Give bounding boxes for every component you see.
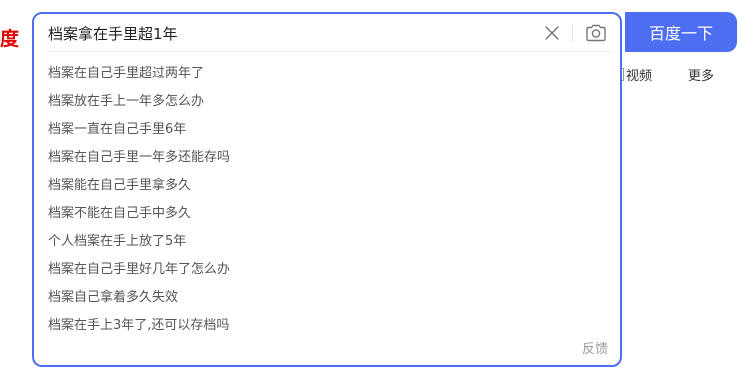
suggestion-item[interactable]: 档案在自己手里一年多还能存吗 [34,144,620,172]
suggestion-list: 档案在自己手里超过两年了 档案放在手上一年多怎么办 档案一直在自己手里6年 档案… [34,60,620,340]
search-button[interactable]: 百度一下 [625,12,737,52]
suggestion-item[interactable]: 档案自己拿着多久失效 [34,284,620,312]
input-divider [48,51,610,52]
tab-video-label: 视频 [626,69,653,84]
suggestion-item[interactable]: 档案不能在自己手中多久 [34,200,620,228]
suggestion-item[interactable]: 档案在自己手里超过两年了 [34,60,620,88]
suggestion-item[interactable]: 档案一直在自己手里6年 [34,116,620,144]
tab-more[interactable]: 更多 [688,65,714,84]
search-page: 度 视频 更多 档案在自己手里超过两年了 档案放在手上一年多怎么办 档案一直在自… [0,0,738,391]
search-input[interactable] [48,14,538,54]
camera-icon[interactable] [585,23,607,43]
icon-separator [572,24,573,42]
close-icon[interactable] [544,25,560,41]
suggestion-item[interactable]: 个人档案在手上放了5年 [34,228,620,256]
tab-video[interactable]: 视频 [620,65,652,84]
suggestion-item[interactable]: 档案在手上3年了,还可以存档吗 [34,312,620,340]
suggestion-item[interactable]: 档案放在手上一年多怎么办 [34,88,620,116]
suggestion-item[interactable]: 档案在自己手里好几年了怎么办 [34,256,620,284]
baidu-logo[interactable]: 度 [0,24,19,51]
feedback-link[interactable]: 反馈 [582,338,608,357]
suggestion-item[interactable]: 档案能在自己手里拿多久 [34,172,620,200]
search-dropdown: 档案在自己手里超过两年了 档案放在手上一年多怎么办 档案一直在自己手里6年 档案… [32,12,622,367]
